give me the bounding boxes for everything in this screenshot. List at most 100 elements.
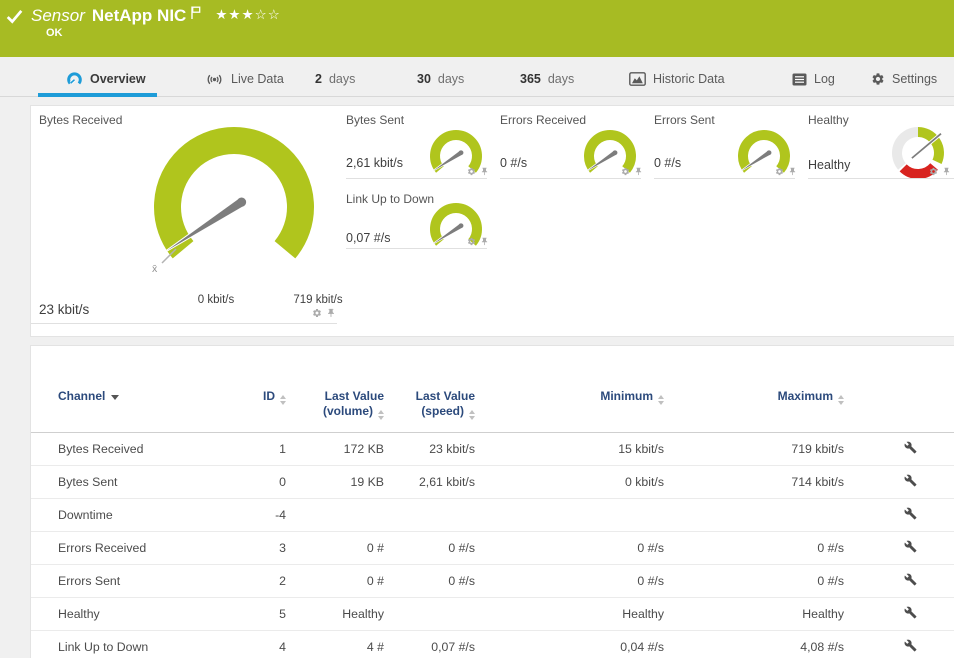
channel-name-cell[interactable]: Errors Sent [31,565,253,598]
tab-settings[interactable]: Settings [871,62,937,96]
gear-icon [871,72,885,86]
average-marker: x̄ [152,263,158,275]
panel-divider [500,178,641,179]
column-header-channel[interactable]: Channel [31,346,253,433]
sort-arrows-icon [838,395,844,405]
sort-arrows-icon [378,410,384,420]
wrench-icon[interactable] [904,573,917,586]
gear-icon[interactable] [467,237,476,246]
pin-icon[interactable] [788,167,797,176]
channel-name-cell[interactable]: Downtime [31,499,253,532]
column-header-maximum[interactable]: Maximum [664,346,844,433]
channel-table-row[interactable]: Downtime -4 [31,499,954,532]
wrench-icon[interactable] [904,507,917,520]
panel-divider [346,248,487,249]
column-header-actions [844,346,954,433]
wrench-icon[interactable] [904,474,917,487]
last-value-volume-cell: 4 # [286,631,384,658]
column-header-id[interactable]: ID [253,346,286,433]
prtg-sensor-page: Sensor NetApp NIC ★★★☆☆ OK Overview [0,0,954,658]
tab-2-days[interactable]: 2 days [315,62,355,96]
column-header-minimum[interactable]: Minimum [475,346,664,433]
bytes-received-gauge: x̄ [149,122,319,292]
tab-historic-data[interactable]: Historic Data [629,62,725,96]
tab-live-data-label: Live Data [231,72,284,86]
pin-icon[interactable] [942,167,951,176]
gauge-title: Errors Received [500,113,586,127]
gear-icon[interactable] [467,167,476,176]
gauge-title: Healthy [808,113,849,127]
gear-icon[interactable] [312,308,322,318]
last-value-speed-cell: 0 #/s [384,532,475,565]
wrench-icon[interactable] [904,606,917,619]
maximum-cell [664,499,844,532]
pin-icon[interactable] [480,167,489,176]
wrench-icon[interactable] [904,540,917,553]
channel-name-cell[interactable]: Healthy [31,598,253,631]
pin-icon[interactable] [326,308,336,318]
gear-icon[interactable] [621,167,630,176]
panel-corner-icons[interactable] [621,167,643,176]
channel-name-cell[interactable]: Errors Received [31,532,253,565]
channel-name-cell[interactable]: Link Up to Down [31,631,253,658]
overview-gauges-card: Bytes Received x̄ 0 kbit/s 719 kbit/s 23… [30,105,954,337]
panel-corner-icons[interactable] [929,167,951,176]
channel-table-card: Channel ID Last Value (volume) Last Valu… [30,345,954,658]
tab-30-days[interactable]: 30 days [417,62,464,96]
channel-table-body: Bytes Received 1 172 KB 23 kbit/s 15 kbi… [31,433,954,658]
channel-table-row[interactable]: Bytes Received 1 172 KB 23 kbit/s 15 kbi… [31,433,954,466]
panel-divider [808,178,954,179]
minimum-cell: 0 #/s [475,565,664,598]
channel-id-cell: 1 [253,433,286,466]
column-header-last-value-speed[interactable]: Last Value (speed) [384,346,475,433]
status-badge: OK [46,27,63,39]
sort-caret-icon [111,395,119,400]
tab-historic-label: Historic Data [653,72,725,86]
tab-live-data[interactable]: Live Data [205,62,284,96]
maximum-cell: 0 #/s [664,565,844,598]
gauge-min-label: 0 kbit/s [171,294,261,306]
gear-icon[interactable] [929,167,938,176]
channel-table: Channel ID Last Value (volume) Last Valu… [31,346,954,658]
panel-divider [31,323,337,324]
log-icon [792,73,807,86]
column-header-last-value-volume[interactable]: Last Value (volume) [286,346,384,433]
minimum-cell: Healthy [475,598,664,631]
channel-table-row[interactable]: Errors Sent 2 0 # 0 #/s 0 #/s 0 #/s [31,565,954,598]
gauge-value: 23 kbit/s [39,302,89,317]
priority-stars[interactable]: ★★★☆☆ [215,7,281,23]
panel-corner-icons[interactable] [312,308,336,318]
gauge-value: 2,61 kbit/s [346,156,403,170]
channel-name-cell[interactable]: Bytes Sent [31,466,253,499]
panel-corner-icons[interactable] [467,167,489,176]
tab-overview[interactable]: Overview [66,62,146,96]
gear-icon[interactable] [775,167,784,176]
channel-name-cell[interactable]: Bytes Received [31,433,253,466]
check-icon [6,9,23,24]
wrench-icon[interactable] [904,639,917,652]
tab-log[interactable]: Log [792,62,835,96]
last-value-speed-cell: 2,61 kbit/s [384,466,475,499]
gauge-title: Bytes Received [39,113,122,127]
channel-table-row[interactable]: Bytes Sent 0 19 KB 2,61 kbit/s 0 kbit/s … [31,466,954,499]
panel-corner-icons[interactable] [467,237,489,246]
pin-icon[interactable] [634,167,643,176]
wrench-icon[interactable] [904,441,917,454]
pin-icon[interactable] [480,237,489,246]
last-value-speed-cell: 0,07 #/s [384,631,475,658]
minimum-cell [475,499,664,532]
gauge-title: Errors Sent [654,113,715,127]
gauge-value: Healthy [808,158,850,172]
tab-365-days[interactable]: 365 days [520,62,574,96]
minimum-cell: 0 kbit/s [475,466,664,499]
panel-corner-icons[interactable] [775,167,797,176]
channel-table-row[interactable]: Errors Received 3 0 # 0 #/s 0 #/s 0 #/s [31,532,954,565]
last-value-volume-cell [286,499,384,532]
sensor-name: NetApp NIC [92,6,186,26]
channel-id-cell: -4 [253,499,286,532]
channel-id-cell: 0 [253,466,286,499]
channel-table-row[interactable]: Healthy 5 Healthy Healthy Healthy [31,598,954,631]
channel-table-row[interactable]: Link Up to Down 4 4 # 0,07 #/s 0,04 #/s … [31,631,954,658]
flag-icon[interactable] [191,6,201,19]
channel-id-cell: 3 [253,532,286,565]
